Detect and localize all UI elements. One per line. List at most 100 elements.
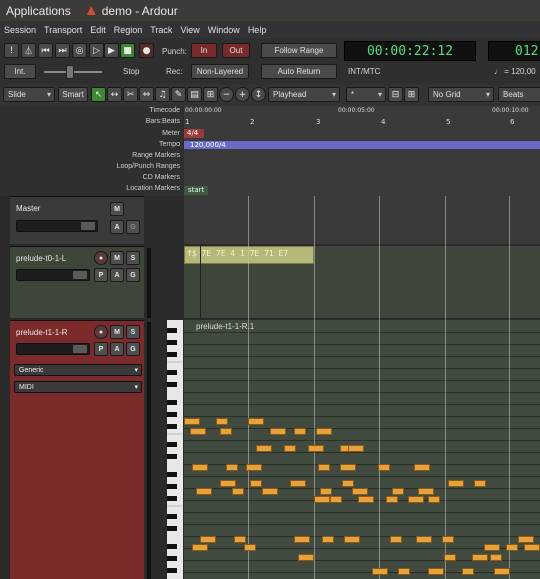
auto-return-button[interactable]: Auto Return (261, 64, 337, 79)
midi-note[interactable] (330, 496, 342, 503)
instrument-select[interactable]: Generic (14, 364, 142, 376)
midi-note[interactable] (398, 568, 410, 575)
midi-note[interactable] (484, 544, 500, 551)
play-range-icon[interactable]: ▷ (89, 43, 104, 58)
edit-point-select[interactable]: Playhead (268, 87, 340, 102)
midi-note[interactable] (358, 496, 374, 503)
track-name[interactable]: prelude-t1-1-R (16, 328, 68, 337)
group-button[interactable]: G (126, 268, 140, 282)
midi-note[interactable] (506, 544, 518, 551)
master-lane[interactable] (184, 196, 540, 244)
midi-note[interactable] (372, 568, 388, 575)
goto-start-icon[interactable]: ⏮ (38, 43, 53, 58)
midi-note[interactable] (262, 488, 278, 495)
midi-note[interactable] (378, 464, 390, 471)
midi-note[interactable] (428, 568, 444, 575)
midi-note[interactable] (342, 480, 354, 487)
midi-note[interactable] (344, 536, 360, 543)
layered-mode-button[interactable]: Non-Layered (191, 64, 249, 79)
midi-note[interactable] (318, 464, 330, 471)
track-header-prelude-t1[interactable]: prelude-t1-1-R ● M S P A G Generic MIDI (10, 320, 144, 579)
midi-note[interactable] (308, 445, 324, 452)
group-button[interactable]: G (126, 342, 140, 356)
midi-note[interactable] (428, 496, 440, 503)
grid-unit-select[interactable]: Beats (498, 87, 540, 102)
cut-tool-icon[interactable]: ✂ (123, 87, 138, 102)
record-arm-button[interactable]: ● (94, 251, 108, 265)
mute-button[interactable]: M (110, 251, 124, 265)
midi-note[interactable] (408, 496, 424, 503)
midi-note[interactable] (190, 428, 206, 435)
track-name[interactable]: Master (16, 204, 40, 213)
midi-note[interactable] (246, 464, 262, 471)
midi-note[interactable] (518, 536, 534, 543)
midi-note[interactable] (192, 544, 208, 551)
menu-help[interactable]: Help (244, 25, 271, 35)
midi-note[interactable] (270, 428, 286, 435)
panic-icon[interactable]: ! (4, 43, 19, 58)
midi-note[interactable] (234, 536, 246, 543)
midi-note[interactable] (352, 488, 368, 495)
mute-button[interactable]: M (110, 325, 124, 339)
automation-button[interactable]: A (110, 220, 124, 234)
midi-note[interactable] (448, 480, 464, 487)
midi-note[interactable] (196, 488, 212, 495)
midi-note[interactable] (494, 568, 510, 575)
midi-note[interactable] (200, 536, 216, 543)
menu-view[interactable]: View (176, 25, 203, 35)
applications-menu[interactable]: Applications (6, 4, 71, 18)
stretch-tool-icon[interactable]: ⇔ (139, 87, 154, 102)
menu-window[interactable]: Window (204, 25, 244, 35)
midi-note[interactable] (184, 418, 200, 425)
range-tool-icon[interactable]: ↔ (107, 87, 122, 102)
zoom-out-icon[interactable]: − (219, 87, 234, 102)
zoom-in-icon[interactable]: + (235, 87, 250, 102)
mute-button[interactable]: M (110, 202, 124, 216)
midi-note[interactable] (284, 445, 296, 452)
loop-icon[interactable]: ◎ (72, 43, 87, 58)
midi-note[interactable] (442, 536, 454, 543)
midi-note[interactable] (220, 480, 236, 487)
playlist-button[interactable]: P (94, 342, 108, 356)
midi-note[interactable] (294, 536, 310, 543)
shuttle-slider-handle[interactable] (66, 65, 74, 79)
midi-note[interactable] (386, 496, 398, 503)
midi-note[interactable] (474, 480, 486, 487)
expand-tracks-icon[interactable]: ⊞ (404, 87, 419, 102)
record-icon[interactable]: ● (139, 43, 154, 58)
midi-note[interactable] (256, 445, 272, 452)
midi-note[interactable] (392, 488, 404, 495)
midi-note[interactable] (232, 488, 244, 495)
smart-mode-button[interactable]: Smart (58, 87, 88, 102)
content-tool-icon[interactable]: ▤ (187, 87, 202, 102)
midi-note[interactable] (444, 554, 456, 561)
punch-out-button[interactable]: Out (222, 43, 250, 58)
midi-note[interactable] (472, 554, 488, 561)
grid-type-select[interactable]: No Grid (428, 87, 494, 102)
midi-note[interactable] (220, 428, 232, 435)
playhead[interactable] (200, 246, 201, 318)
midi-note[interactable] (226, 464, 238, 471)
midi-note[interactable] (248, 418, 264, 425)
midi-note[interactable] (462, 568, 474, 575)
nudge-clock-select[interactable]: * (346, 87, 386, 102)
goto-end-icon[interactable]: ⏭ (55, 43, 70, 58)
gain-fader[interactable] (16, 343, 90, 355)
meter-marker[interactable]: 4/4 (184, 129, 204, 138)
stop-icon[interactable]: ■ (120, 43, 135, 58)
int-button[interactable]: Int. (4, 64, 36, 79)
midi-note[interactable] (216, 418, 228, 425)
punch-in-button[interactable]: In (191, 43, 217, 58)
gain-fader[interactable] (16, 220, 98, 232)
midi-note[interactable] (524, 544, 540, 551)
midi-note[interactable] (244, 544, 256, 551)
draw-tool-icon[interactable]: ✎ (171, 87, 186, 102)
editor-canvas[interactable]: f$ 7E 7E 4 1 7E 71 E7 prelude-t1-1-R.1 (184, 196, 540, 579)
audio-region[interactable]: f$ 7E 7E 4 1 7E 71 E7 (184, 246, 314, 264)
midi-note[interactable] (250, 480, 262, 487)
solo-button[interactable]: S (126, 325, 140, 339)
secondary-clock[interactable]: 012 (488, 41, 540, 61)
audition-tool-icon[interactable]: ♫ (155, 87, 170, 102)
track-header-prelude-t0[interactable]: prelude-t0-1-L ● M S P A G (10, 246, 144, 318)
menu-transport[interactable]: Transport (40, 25, 86, 35)
